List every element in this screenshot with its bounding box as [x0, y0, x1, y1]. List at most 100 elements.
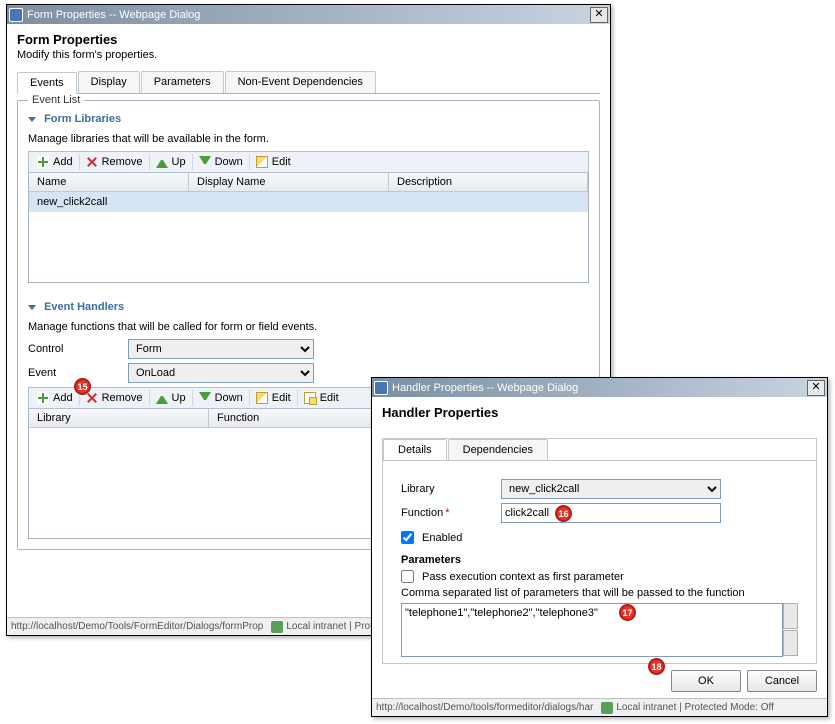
scroll-down-icon[interactable]	[783, 630, 798, 656]
col-display-name[interactable]: Display Name	[189, 173, 389, 191]
tab-dependencies[interactable]: Dependencies	[448, 439, 548, 460]
params-textarea[interactable]: "telephone1","telephone2","telephone3"	[401, 603, 783, 657]
status-url: http://localhost/Demo/tools/formeditor/d…	[376, 702, 593, 713]
form-titlebar[interactable]: Form Properties -- Webpage Dialog ✕	[7, 5, 610, 24]
handler-up-button[interactable]: Up	[150, 390, 193, 406]
handler-details-panel: Library new_click2call Function* 16 Enab…	[383, 461, 816, 663]
lib-add-button[interactable]: Add	[31, 154, 80, 170]
event-handlers-desc: Manage functions that will be called for…	[28, 321, 589, 333]
edit-icon	[256, 392, 268, 404]
tab-non-event-deps[interactable]: Non-Event Dependencies	[225, 71, 376, 93]
handler-heading: Handler Properties	[382, 405, 817, 420]
edit-icon	[256, 156, 268, 168]
remove-icon	[86, 392, 98, 404]
badge-16: 16	[555, 505, 572, 522]
parameters-heading: Parameters	[401, 554, 798, 566]
scrollbar[interactable]	[783, 603, 798, 657]
handler-editprops-button[interactable]: Edit	[298, 390, 345, 406]
form-subheading: Modify this form's properties.	[17, 49, 600, 61]
library-label: Library	[401, 483, 501, 495]
required-mark: *	[445, 507, 449, 519]
handler-properties-dialog: Handler Properties -- Webpage Dialog ✕ H…	[371, 377, 828, 717]
badge-15: 15	[74, 378, 91, 395]
event-handlers-title: Event Handlers	[44, 301, 124, 313]
tab-parameters[interactable]: Parameters	[141, 71, 224, 93]
form-libraries-grid[interactable]: Name Display Name Description new_click2…	[28, 173, 589, 283]
handler-edit-button[interactable]: Edit	[250, 390, 298, 406]
function-label: Function*	[401, 507, 501, 519]
lib-down-button[interactable]: Down	[193, 154, 250, 170]
caret-down-icon	[28, 117, 36, 122]
lib-edit-button[interactable]: Edit	[250, 154, 297, 170]
grid-header: Name Display Name Description	[29, 173, 588, 192]
function-input[interactable]	[501, 503, 721, 523]
lib-up-button[interactable]: Up	[150, 154, 193, 170]
remove-icon	[86, 156, 98, 168]
tab-details[interactable]: Details	[383, 439, 447, 460]
form-libraries-toolbar: Add Remove Up Down Edit	[28, 151, 589, 173]
library-select[interactable]: new_click2call	[501, 479, 721, 499]
form-titlebar-text: Form Properties -- Webpage Dialog	[27, 9, 590, 21]
event-label: Event	[28, 367, 128, 379]
status-url: http://localhost/Demo/Tools/FormEditor/D…	[11, 621, 263, 632]
arrow-down-icon	[199, 392, 211, 404]
arrow-up-icon	[156, 392, 168, 404]
passctx-checkbox[interactable]	[401, 570, 414, 583]
app-icon	[374, 381, 388, 395]
handler-add-button[interactable]: Add	[31, 390, 80, 406]
lib-remove-button[interactable]: Remove	[80, 154, 150, 170]
close-icon[interactable]: ✕	[590, 7, 608, 23]
event-list-legend: Event List	[28, 94, 84, 106]
handler-tabs: Details Dependencies	[383, 439, 816, 461]
ok-button[interactable]: OK	[671, 670, 741, 692]
form-libraries-header[interactable]: Form Libraries	[28, 113, 589, 125]
add-icon	[37, 156, 49, 168]
control-select[interactable]: Form	[128, 339, 314, 359]
cancel-button[interactable]: Cancel	[747, 670, 817, 692]
scroll-up-icon[interactable]	[783, 603, 798, 629]
col-description[interactable]: Description	[389, 173, 588, 191]
event-handlers-header[interactable]: Event Handlers	[28, 301, 589, 313]
form-heading: Form Properties	[17, 32, 600, 47]
zone-icon	[601, 702, 613, 714]
handler-statusbar: http://localhost/Demo/tools/formeditor/d…	[372, 698, 827, 716]
enabled-row: Enabled	[401, 531, 798, 544]
enabled-checkbox[interactable]	[401, 531, 414, 544]
status-zone: Local intranet | Prote	[286, 621, 378, 632]
status-zone: Local intranet | Protected Mode: Off	[616, 702, 774, 713]
col-library[interactable]: Library	[29, 409, 209, 427]
badge-17: 17	[619, 604, 636, 621]
tab-display[interactable]: Display	[78, 71, 140, 93]
edit-properties-icon	[304, 392, 316, 404]
handler-remove-button[interactable]: Remove	[80, 390, 150, 406]
handler-titlebar[interactable]: Handler Properties -- Webpage Dialog ✕	[372, 378, 827, 397]
handler-titlebar-text: Handler Properties -- Webpage Dialog	[392, 382, 807, 394]
form-libraries-title: Form Libraries	[44, 113, 121, 125]
cell-display	[189, 194, 389, 210]
control-label: Control	[28, 343, 128, 355]
col-name[interactable]: Name	[29, 173, 189, 191]
add-icon	[37, 392, 49, 404]
enabled-label: Enabled	[422, 532, 462, 544]
zone-icon	[271, 621, 283, 633]
passctx-label: Pass execution context as first paramete…	[422, 571, 624, 583]
form-tabs: Events Display Parameters Non-Event Depe…	[17, 71, 600, 94]
params-desc: Comma separated list of parameters that …	[401, 587, 798, 599]
event-select[interactable]: OnLoad	[128, 363, 314, 383]
table-row[interactable]: new_click2call	[29, 192, 588, 212]
library-row: Library new_click2call	[401, 479, 798, 499]
form-libraries-desc: Manage libraries that will be available …	[28, 133, 589, 145]
app-icon	[9, 8, 23, 22]
close-icon[interactable]: ✕	[807, 380, 825, 396]
control-row: Control Form	[28, 339, 589, 359]
caret-down-icon	[28, 305, 36, 310]
handler-down-button[interactable]: Down	[193, 390, 250, 406]
function-row: Function* 16	[401, 503, 798, 523]
badge-18: 18	[648, 658, 665, 675]
cell-name: new_click2call	[29, 194, 189, 210]
tab-events[interactable]: Events	[17, 72, 77, 94]
cell-desc	[389, 194, 588, 210]
handler-dialog-body: Handler Properties Details Dependencies …	[372, 397, 827, 664]
handler-dialog-buttons: 18 OK Cancel	[648, 670, 817, 692]
arrow-down-icon	[199, 156, 211, 168]
